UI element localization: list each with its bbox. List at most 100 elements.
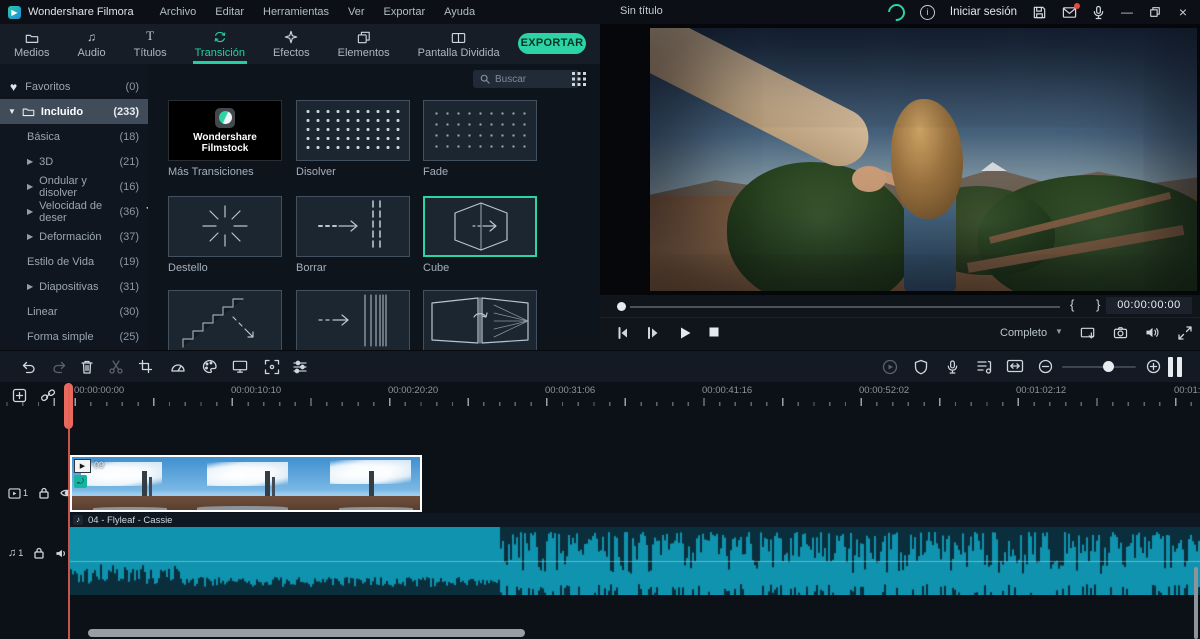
- ruler-major-ticks: [0, 398, 1200, 406]
- timeline-ruler[interactable]: 00:00:00:00 00:00:10:10 00:00:20:20 00:0…: [0, 382, 1200, 410]
- video-clip[interactable]: [70, 455, 422, 512]
- zoom-in-icon[interactable]: [1146, 359, 1161, 374]
- mark-out-button[interactable]: }: [1096, 297, 1100, 312]
- lock-icon[interactable]: [34, 547, 44, 559]
- scrubber-handle[interactable]: [617, 302, 626, 311]
- sidebar-item-3d[interactable]: ▶ 3D (21): [0, 149, 148, 174]
- play-button[interactable]: [678, 326, 692, 340]
- color-palette-icon[interactable]: [202, 359, 218, 374]
- tile-stairs[interactable]: [168, 290, 282, 351]
- zoom-out-icon[interactable]: [1038, 359, 1053, 374]
- search-input[interactable]: Buscar: [473, 70, 579, 88]
- next-frame-button[interactable]: [646, 326, 660, 340]
- tab-pantalla-dividida[interactable]: Pantalla Dividida: [404, 24, 514, 64]
- vignette: [650, 28, 1197, 291]
- menu-ver[interactable]: Ver: [348, 6, 365, 18]
- adjust-sliders-icon[interactable]: [292, 359, 308, 374]
- filmora-logo-icon: ▶: [8, 6, 21, 19]
- sidebar-item-incluido[interactable]: ▼ Incluido (233): [0, 99, 148, 124]
- audio-mixer-icon[interactable]: [976, 359, 992, 375]
- zoom-slider-track[interactable]: [1062, 366, 1136, 368]
- clip-thumbnail: [304, 457, 420, 510]
- close-button[interactable]: ×: [1176, 4, 1190, 20]
- audio-clip[interactable]: ♪ 04 - Flyleaf - Cassie: [70, 513, 1200, 595]
- render-preview-icon[interactable]: [882, 359, 898, 375]
- info-icon[interactable]: i: [920, 5, 935, 20]
- login-button[interactable]: Iniciar sesión: [950, 6, 1017, 18]
- export-button[interactable]: EXPORTAR: [518, 33, 586, 54]
- motion-tracking-icon[interactable]: [264, 359, 280, 375]
- mark-in-button[interactable]: {: [1070, 297, 1074, 312]
- undo-icon[interactable]: [20, 359, 36, 374]
- grid-view-icon[interactable]: [572, 72, 586, 86]
- tile-borrar[interactable]: [296, 196, 410, 257]
- tile-lines-wipe[interactable]: [296, 290, 410, 351]
- timeline-area: 00:00:00:00 00:00:10:10 00:00:20:20 00:0…: [0, 382, 1200, 639]
- shield-icon[interactable]: [914, 359, 928, 375]
- tile-page-fold[interactable]: [423, 290, 537, 351]
- tile-mas-transiciones[interactable]: WondershareFilmstock: [168, 100, 282, 161]
- menu-exportar[interactable]: Exportar: [384, 6, 426, 18]
- menu-editar[interactable]: Editar: [215, 6, 244, 18]
- scrubber-track[interactable]: [630, 306, 1060, 308]
- vertical-scrollbar[interactable]: [1194, 567, 1198, 639]
- dual-monitor-icon[interactable]: [1080, 326, 1097, 341]
- crop-icon[interactable]: [138, 359, 153, 374]
- tile-fade[interactable]: [423, 100, 537, 161]
- messages-icon[interactable]: [1062, 6, 1077, 19]
- redo-icon[interactable]: [52, 359, 68, 374]
- cube-icon: [425, 198, 537, 255]
- preview-video-frame: [650, 28, 1197, 291]
- support-icon[interactable]: [884, 0, 908, 24]
- tab-medios[interactable]: Medios: [0, 24, 63, 64]
- clip-interval-icon[interactable]: [1006, 359, 1024, 373]
- tab-audio[interactable]: ♫ Audio: [63, 24, 119, 64]
- dissolve-dots-icon: [303, 107, 403, 154]
- sidebar-item-deformacion[interactable]: ▶ Deformación (37): [0, 224, 148, 249]
- menu-herramientas[interactable]: Herramientas: [263, 6, 329, 18]
- tab-elementos[interactable]: Elementos: [324, 24, 404, 64]
- speed-icon[interactable]: [170, 359, 186, 374]
- lock-icon[interactable]: [39, 487, 49, 499]
- minimize-button[interactable]: —: [1120, 5, 1134, 19]
- sidebar-item-estilo[interactable]: Estilo de Vida (19): [0, 249, 148, 274]
- sidebar-item-velocidad[interactable]: ▶ Velocidad de deser (36): [0, 199, 148, 224]
- save-icon[interactable]: [1032, 5, 1047, 20]
- mute-speaker-icon[interactable]: [55, 548, 68, 559]
- tab-transicion[interactable]: Transición: [181, 24, 259, 64]
- snapshot-camera-icon[interactable]: [1113, 326, 1128, 339]
- ruler-label: 00:00:52:02: [859, 385, 909, 396]
- sidebar-item-basica[interactable]: Básica (18): [0, 124, 148, 149]
- sidebar-item-linear[interactable]: Linear (30): [0, 299, 148, 324]
- clip-transition-badge: ⤾: [74, 475, 87, 488]
- tab-efectos[interactable]: Efectos: [259, 24, 324, 64]
- previous-frame-button[interactable]: [616, 326, 630, 340]
- tile-destello[interactable]: [168, 196, 282, 257]
- sidebar-item-forma-simple[interactable]: Forma simple (25): [0, 324, 148, 349]
- menu-ayuda[interactable]: Ayuda: [444, 6, 475, 18]
- fit-mode-dropdown[interactable]: Completo: [1000, 327, 1047, 339]
- sidebar-item-ondular[interactable]: ▶ Ondular y disolver (16): [0, 174, 148, 199]
- volume-icon[interactable]: [1145, 326, 1160, 339]
- record-voiceover-icon[interactable]: [946, 359, 959, 375]
- menu-archivo[interactable]: Archivo: [160, 6, 197, 18]
- sidebar-item-favoritos[interactable]: ♥ Favoritos (0): [0, 74, 148, 99]
- delete-icon[interactable]: [80, 359, 94, 375]
- fullscreen-icon[interactable]: [1178, 326, 1192, 340]
- restore-button[interactable]: [1149, 6, 1161, 18]
- document-title: Sin título: [620, 5, 663, 17]
- timeline-scrollbar-thumb[interactable]: [1168, 357, 1182, 377]
- stop-button[interactable]: [708, 326, 720, 338]
- split-scissors-icon[interactable]: [108, 359, 124, 375]
- text-icon: T: [146, 30, 154, 44]
- tile-cube[interactable]: [423, 196, 537, 257]
- sidebar-item-diapositivas[interactable]: ▶ Diapositivas (31): [0, 274, 148, 299]
- tile-disolver[interactable]: [296, 100, 410, 161]
- zoom-slider-handle[interactable]: [1103, 361, 1114, 372]
- chroma-screen-icon[interactable]: [232, 359, 248, 374]
- tab-titulos[interactable]: T Títulos: [120, 24, 181, 64]
- horizontal-scrollbar[interactable]: [88, 629, 525, 637]
- ruler-label: 00:01:02:12: [1016, 385, 1066, 396]
- microphone-icon[interactable]: [1092, 5, 1105, 20]
- audio-clip-title-bar: ♪ 04 - Flyleaf - Cassie: [70, 513, 1200, 527]
